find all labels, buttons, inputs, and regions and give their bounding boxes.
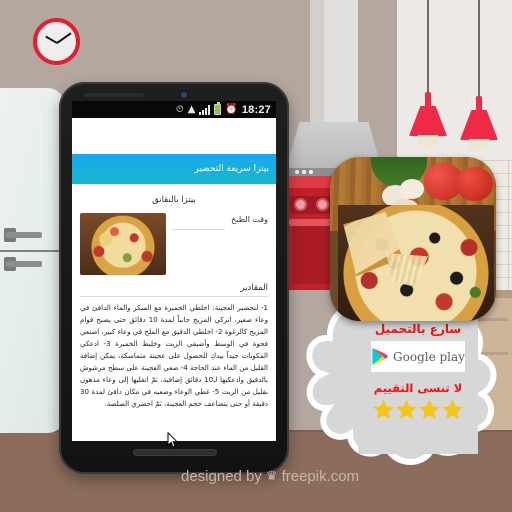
sync-icon: ⏲	[175, 103, 184, 115]
range-hood-controls	[295, 170, 313, 174]
watermark-text-before: designed by	[181, 468, 262, 485]
google-play-badge[interactable]: Google play	[371, 341, 465, 372]
pendant-lamp-right-bulb	[469, 139, 489, 150]
ingredients-heading: المقادير	[240, 283, 268, 293]
promo-panel: سارع بالتحميل Google play لا تنسى التقيي…	[358, 317, 478, 454]
refrigerator-handle-1	[6, 232, 42, 238]
refrigerator-handle-2	[6, 261, 42, 267]
star-icon	[373, 399, 394, 420]
recipe-steps-text: 1- لتحضير العجينة: اخلطي الخميرة مع السك…	[80, 304, 269, 408]
wifi-icon: ▲	[187, 103, 196, 115]
recipe-title: بيتزا بالنقانق	[152, 195, 196, 205]
star-icon	[396, 399, 417, 420]
screen-top-spacer	[72, 118, 276, 154]
phone-front-camera-icon	[180, 91, 188, 99]
signal-bars-icon	[199, 104, 211, 115]
cook-time-divider	[172, 229, 226, 230]
star-icon	[419, 399, 440, 420]
google-play-icon	[372, 348, 389, 365]
range-hood-pipe-shadow	[310, 0, 324, 124]
watermark-text-after: freepik.com	[281, 468, 360, 485]
status-bar-clock: 18:27	[241, 103, 271, 116]
cook-time-label: وقت الطبخ	[231, 215, 268, 224]
star-icon	[442, 399, 463, 420]
app-title: بيتزا سريعة التحضير	[194, 164, 269, 174]
rating-cta-text: لا تنسى التقييم	[373, 381, 463, 395]
clock-hour-hand	[44, 35, 57, 44]
freepik-watermark: designed by ♛ freepik.com	[181, 468, 359, 485]
promo-scene: ⏲ ▲ ⏰ 18:27 بيتزا سريعة التحضير بيتزا با…	[0, 0, 512, 512]
tomato-2	[456, 167, 493, 201]
mushroom-2	[400, 179, 424, 199]
wall-panel-right	[397, 0, 512, 165]
phone-bottom-speaker	[133, 449, 217, 456]
google-play-label: Google play	[393, 349, 465, 364]
freepik-crown-icon: ♛	[265, 469, 278, 484]
phone-screen: ⏲ ▲ ⏰ 18:27 بيتزا سريعة التحضير بيتزا با…	[72, 101, 276, 441]
app-icon-pizza[interactable]	[330, 157, 496, 321]
battery-icon	[214, 102, 222, 115]
pendant-lamp-right-cord	[478, 0, 480, 98]
pizza-thumbnail[interactable]	[80, 213, 166, 275]
pendant-lamp-left-bulb	[418, 135, 438, 146]
star-rating	[358, 398, 478, 421]
pendant-lamp-right-neck	[476, 96, 482, 112]
clock-minute-hand	[55, 31, 71, 44]
ingredients-divider	[80, 296, 268, 297]
pendant-lamp-left-neck	[425, 92, 431, 108]
app-action-bar: بيتزا سريعة التحضير	[72, 154, 276, 184]
refrigerator-door-split	[0, 250, 64, 252]
wall-clock	[33, 18, 80, 65]
phone-earpiece	[84, 93, 144, 97]
recipe-content: بيتزا بالنقانق وقت الطبخ المقادير 1- لتح…	[72, 184, 276, 417]
pendant-lamp-left-cord	[427, 0, 429, 94]
cook-time-row: وقت الطبخ	[80, 213, 268, 275]
alarm-clock-icon: ⏰	[225, 103, 238, 115]
mouse-cursor	[167, 432, 178, 448]
android-status-bar: ⏲ ▲ ⏰ 18:27	[72, 101, 276, 118]
